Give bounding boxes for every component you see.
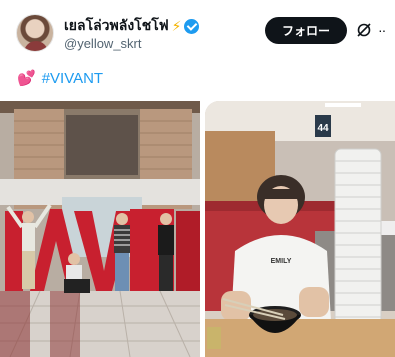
display-name[interactable]: เยลโล่วพลังโชโฟ: [64, 15, 169, 37]
author-handle[interactable]: @yellow_skrt: [64, 36, 142, 51]
more-options-icon[interactable]: ··: [378, 22, 386, 38]
hashtag-link[interactable]: #VIVANT: [42, 70, 103, 87]
verified-badge-icon[interactable]: [184, 18, 200, 34]
post-header: เยลโล่วพลังโชโฟ ⚡ @yellow_skrt フォロー ··: [0, 0, 395, 62]
seat-number-sign: 44: [317, 123, 329, 134]
media-grid: 44 EMILY: [0, 101, 395, 357]
photo-vivant-sign[interactable]: [0, 101, 200, 357]
avatar[interactable]: [16, 14, 54, 52]
grok-icon[interactable]: [356, 22, 372, 38]
photo-sushi-restaurant[interactable]: 44 EMILY: [205, 101, 395, 357]
two-hearts-emoji: 💕: [17, 70, 36, 87]
tshirt-text: EMILY: [271, 258, 292, 265]
tweet-text: 💕 #VIVANT: [17, 69, 103, 88]
author-name-row[interactable]: เยลโล่วพลังโชโฟ ⚡: [64, 15, 200, 37]
follow-button[interactable]: フォロー: [265, 17, 347, 44]
lightning-emoji: ⚡: [171, 17, 182, 34]
